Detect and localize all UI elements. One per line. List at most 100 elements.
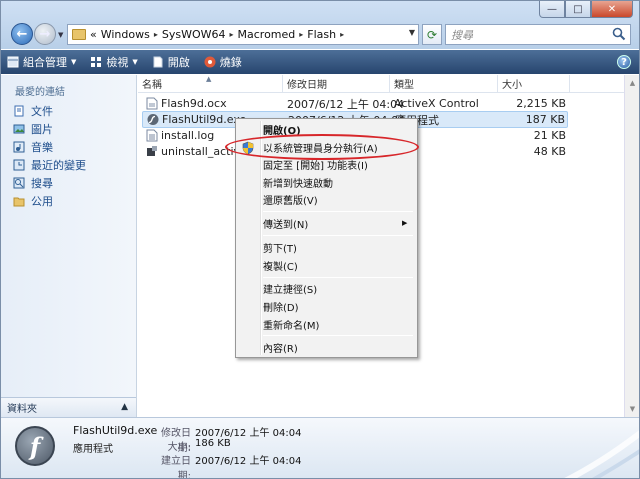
recent-pages-dropdown[interactable]: ▼ <box>58 31 63 39</box>
views-icon <box>91 57 102 67</box>
breadcrumb-macromed[interactable]: Macromed <box>238 28 296 41</box>
breadcrumb-windows[interactable]: Windows <box>101 28 150 41</box>
submenu-arrow-icon: ▶ <box>402 219 408 227</box>
search-input[interactable]: 搜尋 <box>445 24 631 45</box>
size-label: 大小: <box>167 442 191 453</box>
minimize-button[interactable]: — <box>539 1 565 18</box>
file-date: 2007/6/12 上午 04:04 <box>287 97 405 111</box>
created-value: 2007/6/12 上午 04:04 <box>195 456 302 467</box>
scroll-down-icon[interactable]: ▼ <box>625 401 639 417</box>
open-button[interactable]: 開啟 <box>146 50 198 74</box>
nav-item-recent-changes[interactable]: 最近的變更 <box>13 157 86 173</box>
maximize-button[interactable]: □ <box>565 1 591 18</box>
close-button[interactable]: ✕ <box>591 1 633 18</box>
folders-toggle[interactable]: 資料夾 ▲ <box>1 397 136 417</box>
burn-label: 燒錄 <box>219 56 242 69</box>
breadcrumb-chevron-icon[interactable]: ▸ <box>340 30 344 39</box>
favorite-links-heading: 最愛的連結 <box>15 87 65 98</box>
chevron-down-icon: ▼ <box>71 58 77 66</box>
back-button[interactable]: ← <box>11 23 33 45</box>
column-label: 修改日期 <box>287 80 327 91</box>
burn-button[interactable]: 燒錄 <box>198 50 250 74</box>
column-header-size[interactable]: 大小 <box>498 75 570 92</box>
help-icon[interactable]: ? <box>617 55 631 69</box>
menu-item-cut[interactable]: 剪下(T) <box>263 239 297 255</box>
flash-app-icon <box>147 114 159 125</box>
details-pane: f FlashUtil9d.exe 應用程式 修改日期: 2007/6/12 上… <box>1 417 639 478</box>
vertical-scrollbar[interactable]: ▲ ▼ <box>624 75 639 417</box>
file-size: 21 KB <box>533 129 566 142</box>
nav-item-label: 音樂 <box>31 141 53 154</box>
file-name-cell: FlashUtil9d.exe <box>147 113 246 126</box>
uninstaller-icon <box>147 146 157 156</box>
refresh-button[interactable]: ⟳ <box>422 24 442 45</box>
file-size: 2,215 KB <box>516 97 566 110</box>
search-placeholder: 搜尋 <box>451 28 473 42</box>
nav-item-pictures[interactable]: 圖片 <box>13 121 53 137</box>
breadcrumb-overflow[interactable]: « <box>90 28 97 41</box>
refresh-icon: ⟳ <box>426 27 438 42</box>
annotation-highlight-ellipse <box>225 134 419 160</box>
file-name: install.log <box>161 129 215 142</box>
views-label: 檢視 <box>106 56 129 69</box>
text-file-icon <box>146 129 158 142</box>
file-size: 187 KB <box>525 113 565 126</box>
search-icon <box>13 177 25 189</box>
music-icon <box>13 141 25 153</box>
views-button[interactable]: 檢視 ▼ <box>84 50 145 74</box>
table-row[interactable]: Flash9d.ocx 2007/6/12 上午 04:04 ActiveX C… <box>142 95 568 112</box>
breadcrumb-chevron-icon[interactable]: ▸ <box>154 30 158 39</box>
nav-item-label: 最近的變更 <box>31 159 86 172</box>
menu-item-restore-previous[interactable]: 還原舊版(V) <box>263 191 318 207</box>
folder-icon <box>72 29 86 40</box>
file-name: Flash9d.ocx <box>161 97 227 110</box>
flash-app-icon: f <box>15 426 55 466</box>
open-file-icon <box>153 56 163 68</box>
explorer-window: — □ ✕ ← → ▼ « Windows ▸ SysWOW64 ▸ Macro… <box>0 0 640 479</box>
burn-disc-icon <box>204 56 216 68</box>
breadcrumb-chevron-icon[interactable]: ▸ <box>299 30 303 39</box>
nav-item-music[interactable]: 音樂 <box>13 139 53 155</box>
menu-item-delete[interactable]: 刪除(D) <box>263 298 299 314</box>
menu-item-create-shortcut[interactable]: 建立捷徑(S) <box>263 280 317 296</box>
address-dropdown-icon[interactable]: ▼ <box>409 28 415 37</box>
menu-item-properties[interactable]: 內容(R) <box>263 339 298 355</box>
size-value: 186 KB <box>195 438 231 449</box>
window-controls: — □ ✕ <box>539 1 633 18</box>
nav-item-public[interactable]: 公用 <box>13 193 53 209</box>
pictures-icon <box>13 124 25 134</box>
address-bar[interactable]: « Windows ▸ SysWOW64 ▸ Macromed ▸ Flash … <box>67 24 419 45</box>
nav-item-label: 圖片 <box>31 123 53 136</box>
nav-item-searches[interactable]: 搜尋 <box>13 175 53 191</box>
forward-arrow-icon: → <box>39 26 51 42</box>
file-name: FlashUtil9d.exe <box>162 113 247 126</box>
sort-ascending-icon: ▲ <box>206 75 212 83</box>
menu-item-rename[interactable]: 重新命名(M) <box>263 316 319 332</box>
scroll-up-icon[interactable]: ▲ <box>625 75 639 91</box>
menu-item-send-to[interactable]: 傳送到(N) ▶ <box>263 215 407 231</box>
breadcrumb-flash[interactable]: Flash <box>307 28 336 41</box>
breadcrumb-chevron-icon[interactable]: ▸ <box>230 30 234 39</box>
decorative-swoosh-icon <box>564 430 639 478</box>
file-name-cell: install.log <box>146 129 214 142</box>
column-header-name[interactable]: 名稱 ▲ <box>138 75 283 92</box>
nav-item-label: 公用 <box>31 195 53 208</box>
menu-item-copy[interactable]: 複製(C) <box>263 257 298 273</box>
menu-item-add-quick-launch[interactable]: 新增到快速啟動 <box>263 174 333 190</box>
search-icon[interactable] <box>612 27 626 41</box>
nav-item-label: 搜尋 <box>31 177 53 190</box>
title-bar: — □ ✕ ← → ▼ « Windows ▸ SysWOW64 ▸ Macro… <box>1 1 639 49</box>
breadcrumb-syswow64[interactable]: SysWOW64 <box>162 28 226 41</box>
column-header-divider <box>138 92 624 93</box>
forward-button[interactable]: → <box>34 23 56 45</box>
column-header-type[interactable]: 類型 <box>390 75 498 92</box>
menu-item-label: 傳送到(N) <box>263 219 309 231</box>
command-bar: 組合管理 ▼ 檢視 ▼ 開啟 燒錄 ? <box>1 50 639 74</box>
organize-button[interactable]: 組合管理 ▼ <box>1 50 84 74</box>
nav-item-documents[interactable]: 文件 <box>13 103 53 119</box>
file-size: 48 KB <box>533 145 566 158</box>
column-header-date[interactable]: 修改日期 <box>283 75 390 92</box>
details-file-name: FlashUtil9d.exe <box>73 424 158 437</box>
chevron-up-icon[interactable]: ▲ <box>121 402 128 412</box>
column-label: 類型 <box>394 80 414 91</box>
